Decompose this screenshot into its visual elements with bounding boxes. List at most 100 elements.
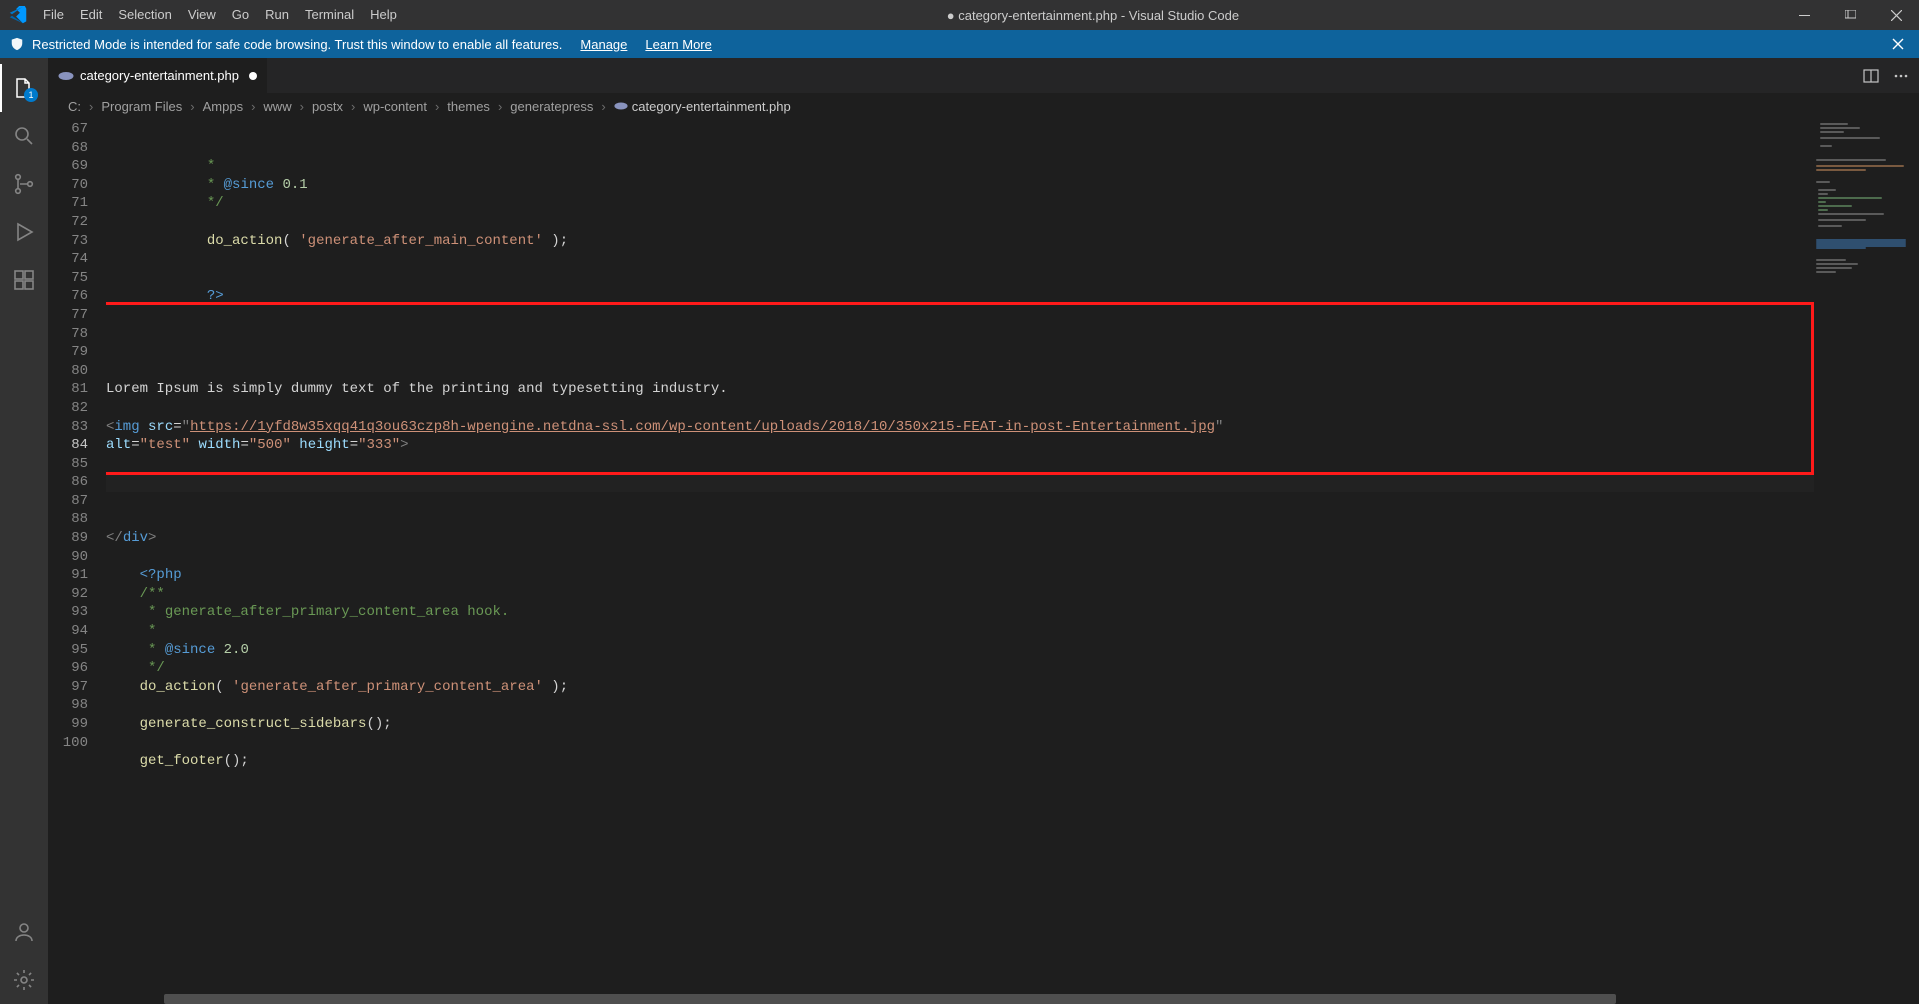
code-line[interactable] [106, 269, 1814, 288]
code-line[interactable] [106, 455, 1814, 474]
line-number: 73 [48, 232, 88, 251]
restricted-mode-banner: Restricted Mode is intended for safe cod… [0, 30, 1919, 58]
menu-view[interactable]: View [180, 0, 224, 30]
line-number: 91 [48, 566, 88, 585]
menu-selection[interactable]: Selection [110, 0, 179, 30]
code-line[interactable] [106, 362, 1814, 381]
code-line[interactable] [106, 399, 1814, 418]
code-line[interactable]: Lorem Ipsum is simply dummy text of the … [106, 380, 1814, 399]
window-controls [1781, 0, 1919, 30]
line-number: 89 [48, 529, 88, 548]
activity-bar: 1 [0, 58, 48, 1004]
code-line[interactable]: * @since 2.0 [106, 641, 1814, 660]
code-line[interactable]: * generate_after_primary_content_area ho… [106, 603, 1814, 622]
breadcrumbs[interactable]: C:›Program Files›Ampps›www›postx›wp-cont… [48, 93, 1919, 119]
code-line[interactable]: * [106, 157, 1814, 176]
code-line[interactable]: do_action( 'generate_after_main_content'… [106, 232, 1814, 251]
menu-edit[interactable]: Edit [72, 0, 110, 30]
code-line[interactable]: <?php [106, 566, 1814, 585]
accounts-icon[interactable] [0, 908, 48, 956]
code-line[interactable] [106, 510, 1814, 529]
search-icon[interactable] [0, 112, 48, 160]
line-number: 83 [48, 418, 88, 437]
explorer-icon[interactable]: 1 [0, 64, 48, 112]
code-line[interactable] [106, 250, 1814, 269]
menu-help[interactable]: Help [362, 0, 405, 30]
explorer-badge: 1 [24, 88, 38, 102]
code-line[interactable]: <img src="https://1yfd8w35xqq41q3ou63czp… [106, 418, 1814, 437]
line-number: 99 [48, 715, 88, 734]
code-line[interactable]: get_footer(); [106, 752, 1814, 771]
minimap-line [1816, 267, 1852, 269]
chevron-right-icon: › [296, 99, 308, 114]
menu-terminal[interactable]: Terminal [297, 0, 362, 30]
extensions-icon[interactable] [0, 256, 48, 304]
code-line[interactable] [106, 771, 1814, 790]
breadcrumb-segment[interactable]: C: [66, 99, 83, 114]
line-number: 74 [48, 250, 88, 269]
close-button[interactable] [1873, 0, 1919, 30]
line-number: 80 [48, 362, 88, 381]
code-area[interactable]: * * @since 0.1 */ do_action( 'generate_a… [106, 119, 1814, 1004]
code-line[interactable]: */ [106, 194, 1814, 213]
source-control-icon[interactable] [0, 160, 48, 208]
tab-label: category-entertainment.php [80, 68, 239, 83]
minimap-line [1816, 259, 1846, 261]
line-number: 98 [48, 696, 88, 715]
code-line[interactable]: alt="test" width="500" height="333"> [106, 436, 1814, 455]
breadcrumb-segment[interactable]: wp-content [361, 99, 429, 114]
banner-close-icon[interactable] [1887, 37, 1909, 51]
breadcrumb-segment[interactable]: Ampps [201, 99, 245, 114]
editor[interactable]: 6768697071727374757677787980818283848586… [48, 119, 1919, 1004]
breadcrumb-segment[interactable]: Program Files [99, 99, 184, 114]
menu-file[interactable]: File [35, 0, 72, 30]
maximize-button[interactable] [1827, 0, 1873, 30]
chevron-right-icon: › [247, 99, 259, 114]
code-line[interactable] [106, 492, 1814, 511]
code-line[interactable] [106, 213, 1814, 232]
code-line[interactable] [106, 325, 1814, 344]
code-line[interactable] [106, 473, 1814, 492]
code-line[interactable]: */ [106, 659, 1814, 678]
line-number: 71 [48, 194, 88, 213]
breadcrumb-segment[interactable]: generatepress [508, 99, 595, 114]
menu-run[interactable]: Run [257, 0, 297, 30]
line-number: 85 [48, 455, 88, 474]
code-line[interactable]: do_action( 'generate_after_primary_conte… [106, 678, 1814, 697]
line-number: 77 [48, 306, 88, 325]
tab-category-entertainment[interactable]: category-entertainment.php [48, 58, 268, 93]
breadcrumb-segment[interactable]: category-entertainment.php [612, 99, 793, 114]
code-line[interactable]: /** [106, 585, 1814, 604]
learn-more-link[interactable]: Learn More [645, 37, 711, 52]
settings-gear-icon[interactable] [0, 956, 48, 1004]
split-editor-icon[interactable] [1863, 68, 1879, 84]
code-line[interactable]: </div> [106, 529, 1814, 548]
code-line[interactable]: generate_construct_sidebars(); [106, 715, 1814, 734]
code-line[interactable] [106, 734, 1814, 753]
code-line[interactable]: * [106, 622, 1814, 641]
menu-go[interactable]: Go [224, 0, 257, 30]
run-debug-icon[interactable] [0, 208, 48, 256]
manage-link[interactable]: Manage [580, 37, 627, 52]
code-line[interactable] [106, 696, 1814, 715]
more-actions-icon[interactable] [1893, 68, 1909, 84]
minimap-line [1816, 181, 1830, 183]
code-line[interactable]: ?> [106, 287, 1814, 306]
line-number: 86 [48, 473, 88, 492]
minimap-line [1820, 145, 1832, 147]
breadcrumb-segment[interactable]: www [261, 99, 293, 114]
minimap[interactable] [1814, 119, 1919, 1004]
minimize-button[interactable] [1781, 0, 1827, 30]
code-line[interactable] [106, 548, 1814, 567]
chevron-right-icon: › [347, 99, 359, 114]
minimap-line [1820, 137, 1880, 139]
line-number: 87 [48, 492, 88, 511]
breadcrumb-segment[interactable]: postx [310, 99, 345, 114]
breadcrumb-segment[interactable]: themes [445, 99, 492, 114]
line-number: 96 [48, 659, 88, 678]
horizontal-scrollbar[interactable] [164, 994, 1814, 1004]
minimap-line [1818, 219, 1866, 221]
code-line[interactable]: * @since 0.1 [106, 176, 1814, 195]
code-line[interactable] [106, 343, 1814, 362]
code-line[interactable] [106, 306, 1814, 325]
